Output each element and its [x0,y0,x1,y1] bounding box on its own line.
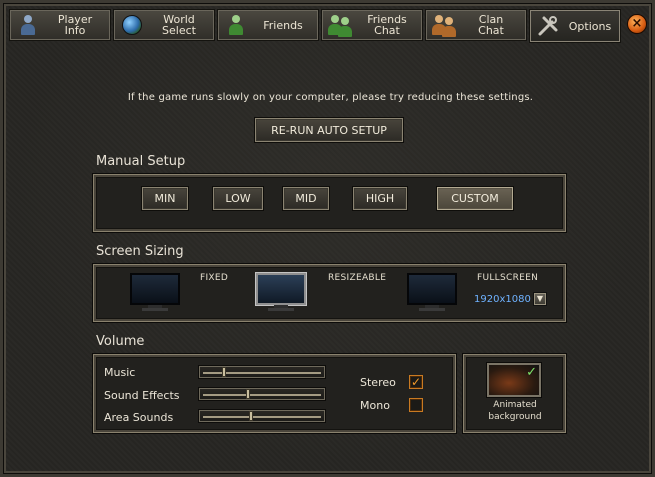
tab-label: Clan Chat [478,13,504,37]
tab-label: Player Info [57,13,93,37]
music-label: Music [104,366,136,379]
tab-options[interactable]: Options [529,9,621,43]
preset-low-button[interactable]: LOW [212,186,264,211]
tab-label: Friends [263,18,303,32]
rerun-auto-setup-button[interactable]: RE-RUN AUTO SETUP [254,117,404,143]
sound-effects-slider[interactable] [198,387,326,401]
options-window: Player Info World Select Friends Friends… [0,0,655,477]
tab-friends[interactable]: Friends [217,9,319,41]
player-info-icon [16,13,40,37]
preset-min-button[interactable]: MIN [141,186,189,211]
close-icon[interactable]: × [627,14,647,34]
options-icon [536,14,560,38]
chevron-down-icon[interactable]: ▼ [533,292,547,306]
stereo-checkbox[interactable]: ✓ [409,375,423,389]
tab-world-select[interactable]: World Select [113,9,215,41]
screen-sizing-title: Screen Sizing [96,244,184,259]
checkmark-icon: ✓ [526,365,537,380]
music-slider[interactable] [198,365,326,379]
mono-checkbox[interactable] [409,398,423,412]
mono-label: Mono [360,399,390,412]
performance-notice: If the game runs slowly on your computer… [127,92,534,103]
tab-clan-chat[interactable]: Clan Chat [425,9,527,41]
slider-thumb[interactable] [249,411,254,421]
tab-player-info[interactable]: Player Info [9,9,111,41]
animated-background-label: Animated background [488,400,542,422]
fixed-mode-label: FIXED [200,273,229,283]
tab-label: Friends Chat [367,13,407,37]
slider-thumb[interactable] [222,367,227,377]
friends-chat-icon [328,13,352,37]
fullscreen-mode-monitor[interactable] [407,273,457,311]
preset-mid-button[interactable]: MID [282,186,330,211]
manual-setup-title: Manual Setup [96,154,186,169]
resizeable-mode-label: RESIZEABLE [328,273,387,283]
animated-background-toggle[interactable]: ✓ [487,363,541,397]
fixed-mode-monitor[interactable] [130,273,180,311]
area-sounds-label: Area Sounds [104,411,174,424]
sound-effects-label: Sound Effects [104,389,180,402]
friends-icon [224,13,248,37]
tab-friends-chat[interactable]: Friends Chat [321,9,423,41]
area-sounds-slider[interactable] [198,409,326,423]
stereo-label: Stereo [360,376,396,389]
resolution-value[interactable]: 1920x1080 [474,294,531,305]
preset-high-button[interactable]: HIGH [352,186,408,211]
tab-label: World Select [162,13,196,37]
tab-label: Options [568,19,612,33]
world-select-icon [120,13,144,37]
preset-custom-button[interactable]: CUSTOM [436,186,514,211]
slider-thumb[interactable] [245,389,250,399]
volume-title: Volume [96,334,145,349]
clan-chat-icon [432,13,456,37]
tab-bar: Player Info World Select Friends Friends… [9,9,654,43]
fullscreen-mode-label: FULLSCREEN [477,273,539,283]
resizeable-mode-monitor[interactable] [256,273,306,311]
